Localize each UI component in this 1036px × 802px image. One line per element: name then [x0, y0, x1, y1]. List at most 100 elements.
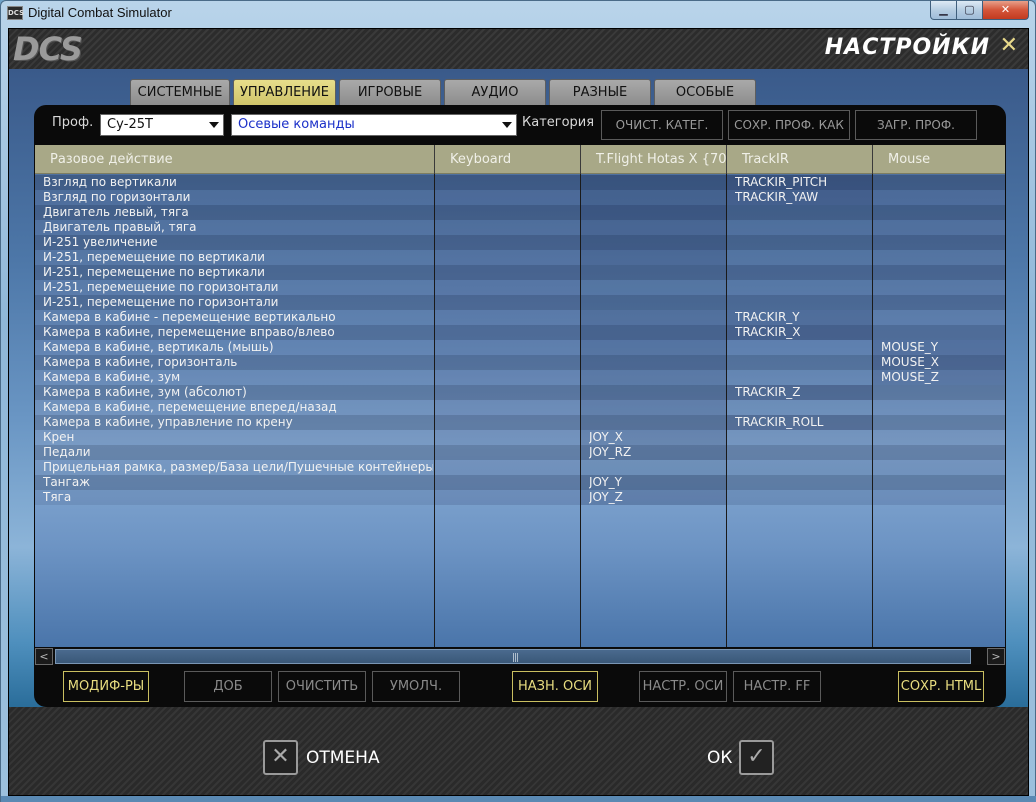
ff-tune-button[interactable]: НАСТР. FF — [733, 671, 821, 702]
joystick-cell[interactable] — [589, 415, 725, 430]
trackir-cell[interactable] — [735, 370, 871, 385]
joystick-cell[interactable]: JOY_X — [589, 430, 725, 445]
trackir-cell[interactable] — [735, 490, 871, 505]
joystick-cell[interactable] — [589, 370, 725, 385]
mouse-cell[interactable] — [881, 400, 1001, 415]
close-dialog-button[interactable]: ✕ — [1000, 35, 1018, 57]
table-row[interactable]: Крен JOY_X — [35, 430, 1005, 445]
default-button[interactable]: УМОЛЧ. — [372, 671, 460, 702]
mouse-cell[interactable] — [881, 220, 1001, 235]
trackir-cell[interactable] — [735, 205, 871, 220]
table-row[interactable]: Взгляд по вертикали TRACKIR_PITCH — [35, 175, 1005, 190]
tab-controls[interactable]: УПРАВЛЕНИЕ — [233, 79, 336, 105]
trackir-cell[interactable] — [735, 430, 871, 445]
action-cell[interactable]: Камера в кабине, горизонталь — [43, 355, 433, 370]
tab-special[interactable]: ОСОБЫЕ — [654, 79, 756, 105]
mouse-cell[interactable] — [881, 385, 1001, 400]
scroll-thumb[interactable]: ||| — [55, 649, 971, 664]
trackir-cell[interactable] — [735, 445, 871, 460]
title-bar[interactable]: DCS Digital Combat Simulator ▁ ▢ ✕ — [1, 1, 1035, 25]
joystick-cell[interactable]: JOY_Y — [589, 475, 725, 490]
mouse-cell[interactable]: MOUSE_Z — [881, 370, 1001, 385]
mouse-cell[interactable] — [881, 430, 1001, 445]
tab-audio[interactable]: АУДИО — [444, 79, 546, 105]
table-row[interactable]: Камера в кабине, горизонталь MOUSE_X — [35, 355, 1005, 370]
table-row[interactable]: Тяга JOY_Z — [35, 490, 1005, 505]
column-header-mouse[interactable]: Mouse — [873, 145, 1005, 174]
save-profile-as-button[interactable]: СОХР. ПРОФ. КАК — [728, 110, 850, 140]
save-html-button[interactable]: СОХР. HTML — [898, 671, 984, 702]
action-cell[interactable]: Взгляд по горизонтали — [43, 190, 433, 205]
column-header-action[interactable]: Разовое действие — [35, 145, 435, 174]
table-row[interactable]: Камера в кабине, перемещение вправо/влев… — [35, 325, 1005, 340]
joystick-cell[interactable]: JOY_Z — [589, 490, 725, 505]
trackir-cell[interactable] — [735, 475, 871, 490]
joystick-cell[interactable] — [589, 400, 725, 415]
trackir-cell[interactable]: TRACKIR_Y — [735, 310, 871, 325]
action-cell[interactable]: Камера в кабине, зум — [43, 370, 433, 385]
joystick-cell[interactable]: JOY_RZ — [589, 445, 725, 460]
mouse-cell[interactable] — [881, 325, 1001, 340]
joystick-cell[interactable] — [589, 355, 725, 370]
trackir-cell[interactable] — [735, 235, 871, 250]
action-cell[interactable]: Тяга — [43, 490, 433, 505]
load-profile-button[interactable]: ЗАГР. ПРОФ. — [855, 110, 977, 140]
table-row[interactable]: Камера в кабине, зум MOUSE_Z — [35, 370, 1005, 385]
action-cell[interactable]: Камера в кабине, зум (абсолют) — [43, 385, 433, 400]
table-row[interactable]: Камера в кабине, перемещение вперед/наза… — [35, 400, 1005, 415]
tab-system[interactable]: СИСТЕМНЫЕ — [130, 79, 230, 105]
joystick-cell[interactable] — [589, 235, 725, 250]
trackir-cell[interactable]: TRACKIR_Z — [735, 385, 871, 400]
joystick-cell[interactable] — [589, 205, 725, 220]
joystick-cell[interactable] — [589, 190, 725, 205]
mouse-cell[interactable] — [881, 235, 1001, 250]
mouse-cell[interactable] — [881, 175, 1001, 190]
clear-category-button[interactable]: ОЧИСТ. КАТЕГ. — [601, 110, 723, 140]
joystick-cell[interactable] — [589, 295, 725, 310]
profile-select[interactable]: Су-25Т — [100, 114, 224, 136]
table-row[interactable]: Камера в кабине, вертикаль (мышь) MOUSE_Y — [35, 340, 1005, 355]
mouse-cell[interactable] — [881, 415, 1001, 430]
table-row[interactable]: И-251, перемещение по вертикали — [35, 265, 1005, 280]
trackir-cell[interactable] — [735, 355, 871, 370]
joystick-cell[interactable] — [589, 310, 725, 325]
trackir-cell[interactable] — [735, 265, 871, 280]
mouse-cell[interactable] — [881, 205, 1001, 220]
trackir-cell[interactable]: TRACKIR_X — [735, 325, 871, 340]
table-row[interactable]: Камера в кабине - перемещение вертикальн… — [35, 310, 1005, 325]
category-select[interactable]: Осевые команды — [231, 114, 517, 136]
trackir-cell[interactable] — [735, 220, 871, 235]
minimize-button[interactable]: ▁ — [930, 1, 957, 20]
mouse-cell[interactable] — [881, 445, 1001, 460]
table-row[interactable]: Тангаж JOY_Y — [35, 475, 1005, 490]
modifiers-button[interactable]: МОДИФ-РЫ — [63, 671, 149, 702]
tab-gameplay[interactable]: ИГРОВЫЕ — [339, 79, 441, 105]
add-button[interactable]: ДОБ — [184, 671, 272, 702]
action-cell[interactable]: И-251, перемещение по горизонтали — [43, 280, 433, 295]
action-cell[interactable]: Камера в кабине, вертикаль (мышь) — [43, 340, 433, 355]
joystick-cell[interactable] — [589, 175, 725, 190]
table-row[interactable]: И-251, перемещение по горизонтали — [35, 295, 1005, 310]
mouse-cell[interactable] — [881, 490, 1001, 505]
scroll-right-icon[interactable]: > — [987, 648, 1005, 665]
action-cell[interactable]: И-251 увеличение — [43, 235, 433, 250]
scroll-left-icon[interactable]: < — [35, 648, 53, 665]
close-window-button[interactable]: ✕ — [983, 1, 1029, 20]
mouse-cell[interactable] — [881, 190, 1001, 205]
mouse-cell[interactable] — [881, 250, 1001, 265]
trackir-cell[interactable] — [735, 340, 871, 355]
joystick-cell[interactable] — [589, 250, 725, 265]
horizontal-scrollbar[interactable]: < ||| > — [35, 648, 1005, 665]
joystick-cell[interactable] — [589, 280, 725, 295]
trackir-cell[interactable]: TRACKIR_PITCH — [735, 175, 871, 190]
joystick-cell[interactable] — [589, 385, 725, 400]
table-row[interactable]: Двигатель правый, тяга — [35, 220, 1005, 235]
action-cell[interactable]: Взгляд по вертикали — [43, 175, 433, 190]
action-cell[interactable]: Крен — [43, 430, 433, 445]
ok-button[interactable]: ОК — [707, 748, 732, 768]
column-header-trackir[interactable]: TrackIR — [727, 145, 873, 174]
scroll-track[interactable]: ||| — [54, 648, 986, 665]
mouse-cell[interactable] — [881, 310, 1001, 325]
column-header-joystick[interactable]: T.Flight Hotas X {70 — [581, 145, 727, 174]
maximize-button[interactable]: ▢ — [957, 1, 983, 20]
